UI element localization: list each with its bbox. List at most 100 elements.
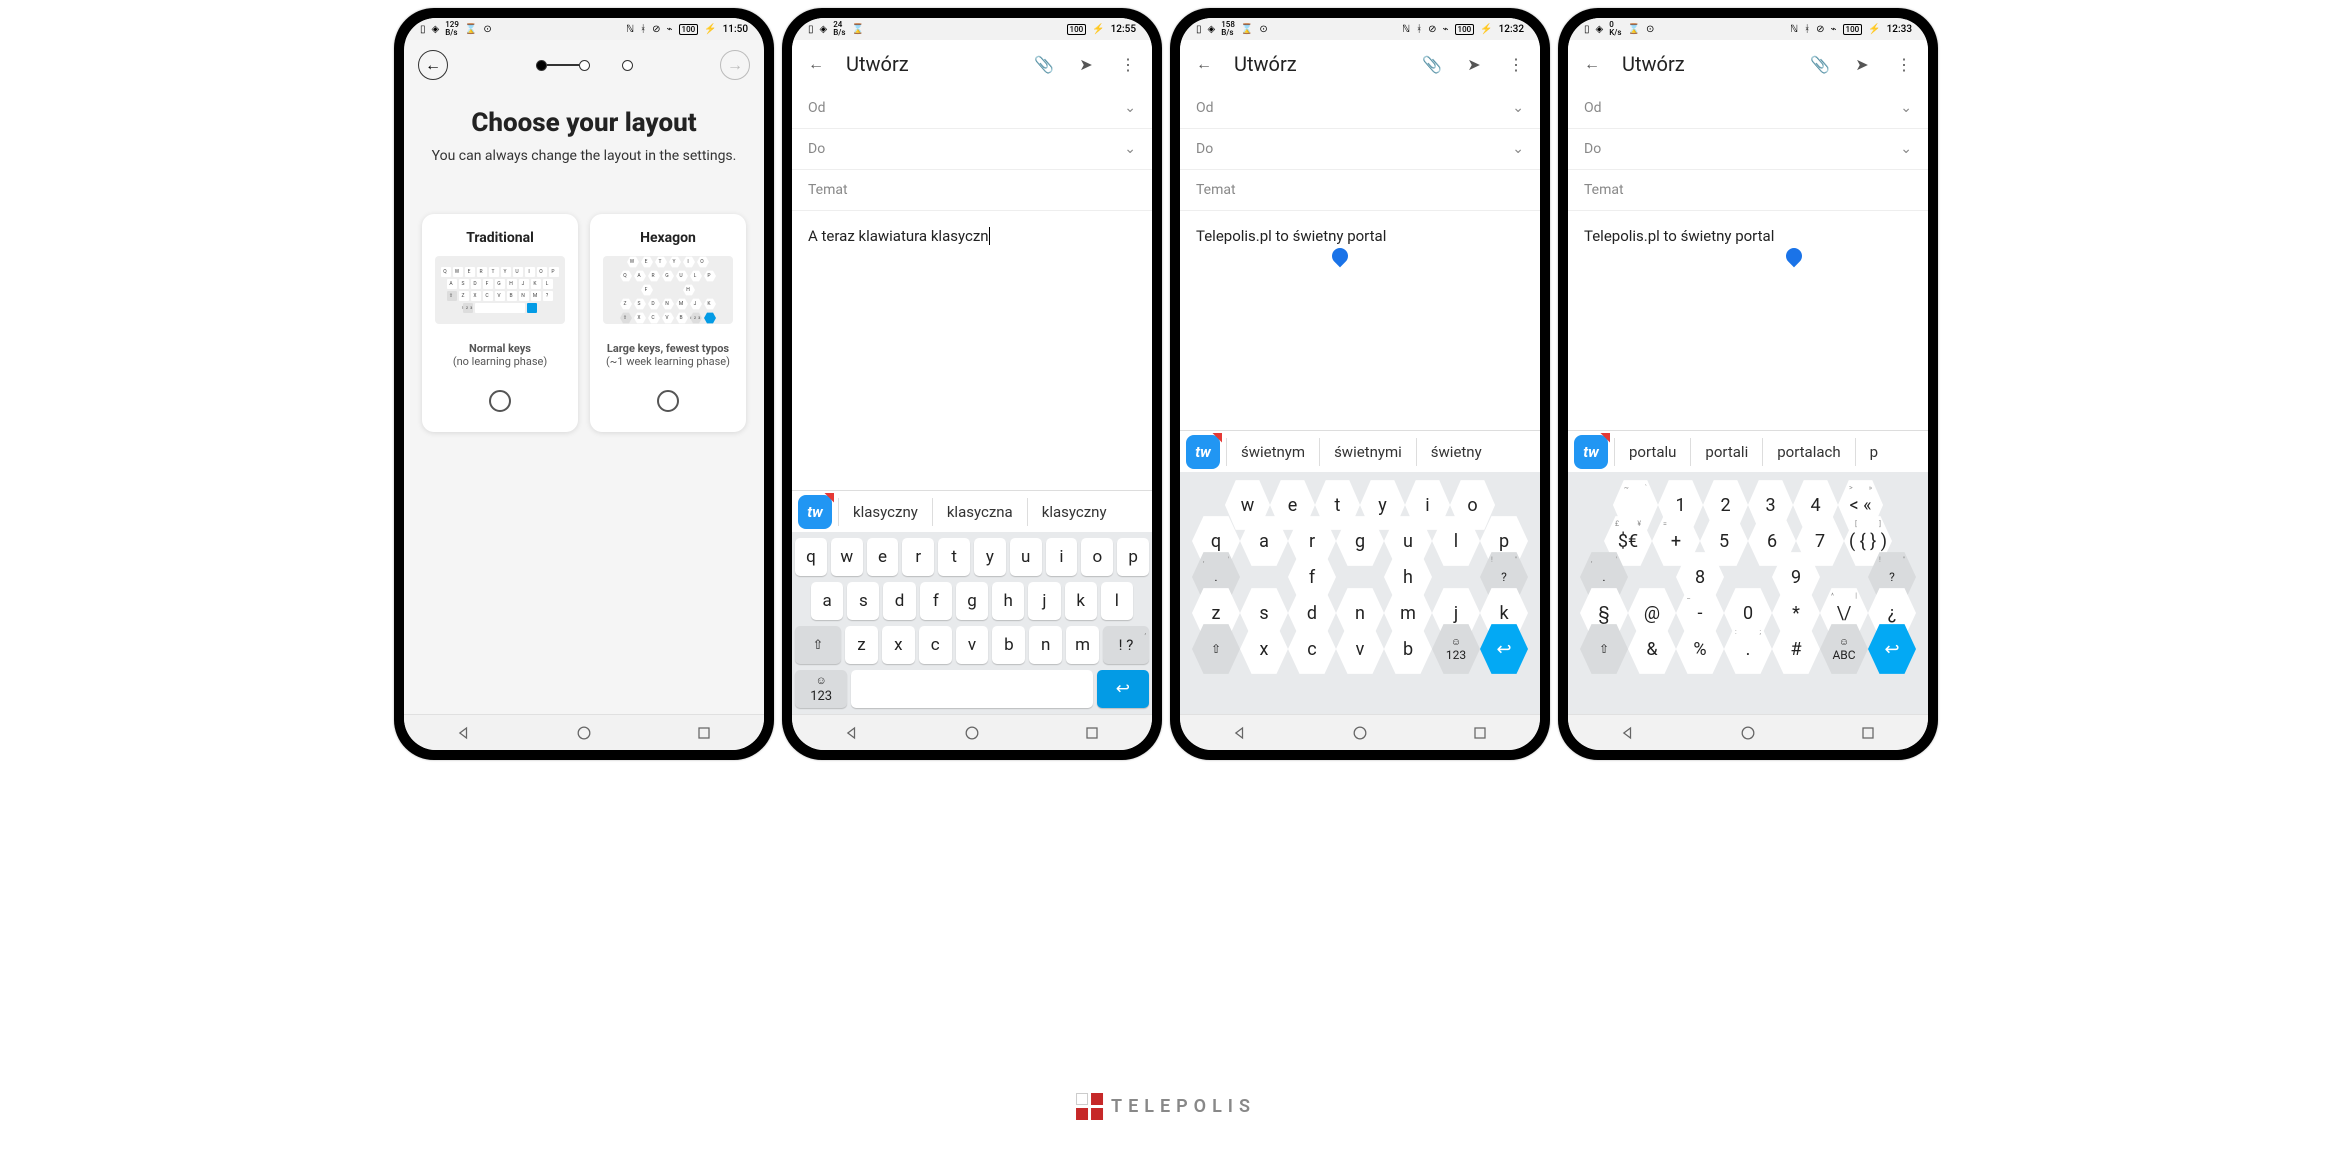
suggestion-word[interactable]: klasyczny [838, 498, 932, 526]
nav-back-icon[interactable] [842, 723, 862, 743]
key-amp[interactable]: & [1627, 622, 1677, 676]
suggestion-word[interactable]: klasyczny [1027, 498, 1121, 526]
body-input[interactable]: Telepolis.pl to świetny portal [1568, 211, 1928, 430]
back-arrow-icon[interactable]: ← [804, 52, 828, 76]
key-g[interactable]: g [956, 582, 988, 620]
text-cursor-handle[interactable] [1332, 245, 1348, 265]
key-v[interactable]: v [1335, 622, 1385, 676]
suggestion-word[interactable]: świetny [1416, 438, 1496, 466]
nav-recent-icon[interactable] [1858, 723, 1878, 743]
key-x[interactable]: x [882, 626, 915, 664]
nav-home-icon[interactable] [1738, 723, 1758, 743]
key-s[interactable]: s [847, 582, 879, 620]
suggestion-word[interactable]: świetnym [1226, 438, 1319, 466]
attach-icon[interactable]: 📎 [1808, 52, 1832, 76]
keyboard-logo-icon[interactable]: tw [1574, 435, 1608, 469]
suggestion-word[interactable]: p [1855, 438, 1892, 466]
nav-back-icon[interactable] [454, 723, 474, 743]
key-w[interactable]: w [831, 538, 863, 576]
suggestion-word[interactable]: portalach [1762, 438, 1854, 466]
suggestion-word[interactable]: klasyczna [932, 498, 1027, 526]
key-j[interactable]: j [1028, 582, 1060, 620]
from-field[interactable]: Od⌄ [792, 88, 1152, 129]
key-123[interactable]: ☺123 [795, 670, 847, 708]
key-abc[interactable]: ☺ABC [1819, 622, 1869, 676]
key-hash[interactable]: # [1771, 622, 1821, 676]
text-cursor-handle[interactable] [1786, 245, 1802, 265]
suggestion-word[interactable]: portalu [1614, 438, 1690, 466]
key-h[interactable]: h [992, 582, 1024, 620]
key-y[interactable]: y [974, 538, 1006, 576]
key-d[interactable]: d [883, 582, 915, 620]
more-icon[interactable]: ⋮ [1892, 52, 1916, 76]
nav-home-icon[interactable] [962, 723, 982, 743]
keyboard-logo-icon[interactable]: tw [798, 495, 832, 529]
key-v[interactable]: v [956, 626, 989, 664]
key-enter[interactable]: ↩ [1479, 622, 1529, 676]
subject-field[interactable]: Temat [1568, 170, 1928, 211]
key-punct[interactable]: ,! ? [1103, 626, 1149, 664]
send-icon[interactable]: ➤ [1462, 52, 1486, 76]
key-p[interactable]: p [1117, 538, 1149, 576]
keyboard-logo-icon[interactable]: tw [1186, 435, 1220, 469]
suggestion-word[interactable]: świetnymi [1319, 438, 1416, 466]
layout-card-traditional[interactable]: Traditional QWERTYUIOP ASDFGHJKL ⇧ZXCVBN… [422, 214, 578, 432]
key-i[interactable]: i [1046, 538, 1078, 576]
radio-hexagon[interactable] [657, 390, 679, 412]
key-n[interactable]: n [1029, 626, 1062, 664]
nav-recent-icon[interactable] [1082, 723, 1102, 743]
key-shift[interactable]: ⇧ [1579, 622, 1629, 676]
key-e[interactable]: e [867, 538, 899, 576]
nav-home-icon[interactable] [574, 723, 594, 743]
back-button[interactable]: ← [418, 50, 448, 80]
key-b[interactable]: b [1383, 622, 1433, 676]
send-icon[interactable]: ➤ [1074, 52, 1098, 76]
attach-icon[interactable]: 📎 [1420, 52, 1444, 76]
subject-field[interactable]: Temat [1180, 170, 1540, 211]
nav-back-icon[interactable] [1618, 723, 1638, 743]
send-icon[interactable]: ➤ [1850, 52, 1874, 76]
key-t[interactable]: t [938, 538, 970, 576]
key-r[interactable]: r [902, 538, 934, 576]
body-input[interactable]: Telepolis.pl to świetny portal [1180, 211, 1540, 430]
key-a[interactable]: a [811, 582, 843, 620]
key-enter[interactable]: ↩ [1867, 622, 1917, 676]
key-enter[interactable]: ↩ [1097, 670, 1149, 708]
attach-icon[interactable]: 📎 [1032, 52, 1056, 76]
key-shift[interactable]: ⇧ [795, 626, 841, 664]
to-field[interactable]: Do⌄ [1568, 129, 1928, 170]
key-q[interactable]: q [795, 538, 827, 576]
nav-recent-icon[interactable] [1470, 723, 1490, 743]
radio-traditional[interactable] [489, 390, 511, 412]
nav-home-icon[interactable] [1350, 723, 1370, 743]
back-arrow-icon[interactable]: ← [1580, 52, 1604, 76]
key-c[interactable]: c [1287, 622, 1337, 676]
back-arrow-icon[interactable]: ← [1192, 52, 1216, 76]
key-123[interactable]: ☺123 [1431, 622, 1481, 676]
more-icon[interactable]: ⋮ [1504, 52, 1528, 76]
key-k[interactable]: k [1065, 582, 1097, 620]
key-space[interactable] [851, 670, 1092, 708]
key-percent[interactable]: % [1675, 622, 1725, 676]
key-z[interactable]: z [845, 626, 878, 664]
key-o[interactable]: o [1081, 538, 1113, 576]
key-b[interactable]: b [992, 626, 1025, 664]
nav-back-icon[interactable] [1230, 723, 1250, 743]
key-shift[interactable]: ⇧ [1191, 622, 1241, 676]
to-field[interactable]: Do⌄ [792, 129, 1152, 170]
to-field[interactable]: Do⌄ [1180, 129, 1540, 170]
nav-recent-icon[interactable] [694, 723, 714, 743]
suggestion-word[interactable]: portali [1690, 438, 1762, 466]
from-field[interactable]: Od⌄ [1180, 88, 1540, 129]
layout-card-hexagon[interactable]: Hexagon WETYIO QARGULP FH ZSDNMJK ⇧XCVB1… [590, 214, 746, 432]
body-input[interactable]: A teraz klawiatura klasyczn [792, 211, 1152, 490]
from-field[interactable]: Od⌄ [1568, 88, 1928, 129]
key-f[interactable]: f [920, 582, 952, 620]
more-icon[interactable]: ⋮ [1116, 52, 1140, 76]
key-u[interactable]: u [1010, 538, 1042, 576]
forward-button[interactable]: → [720, 50, 750, 80]
subject-field[interactable]: Temat [792, 170, 1152, 211]
key-c[interactable]: c [919, 626, 952, 664]
key-m[interactable]: m [1066, 626, 1099, 664]
key-l[interactable]: l [1101, 582, 1133, 620]
